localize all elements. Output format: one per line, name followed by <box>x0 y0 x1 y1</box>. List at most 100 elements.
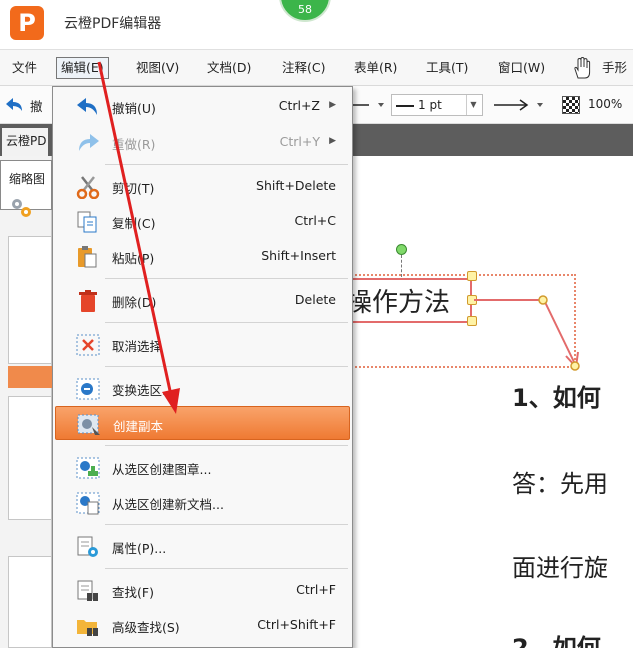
arrow-style-dropdown[interactable] <box>490 94 548 116</box>
menu-item-create-stamp[interactable]: 从选区创建图章... <box>55 450 350 484</box>
thumbnail-panel-title: 缩略图 <box>9 172 46 186</box>
menu-item-cut[interactable]: 剪切(T) Shift+Delete <box>55 169 350 203</box>
menu-window[interactable]: 窗口(W) <box>494 57 549 79</box>
menu-item-shortcut: Ctrl+F <box>296 582 336 597</box>
redo-icon <box>75 131 101 155</box>
document-answer-line-1: 答：先用 <box>512 470 608 498</box>
create-copy-icon <box>76 413 102 437</box>
find-icon <box>75 579 101 603</box>
undo-icon[interactable] <box>4 95 26 115</box>
menu-item-shortcut: Delete <box>294 292 336 307</box>
page-thumbnail[interactable] <box>8 396 52 520</box>
menu-separator <box>105 322 348 323</box>
menu-separator <box>105 445 348 446</box>
menu-item-label: 从选区创建新文档... <box>112 497 224 512</box>
transform-selection-icon <box>75 377 101 401</box>
rotate-handle[interactable] <box>396 244 407 255</box>
menu-item-label: 属性(P)... <box>112 541 167 556</box>
thumbnail-selection-bar <box>8 366 52 388</box>
menu-item-label: 重做(R) <box>112 137 156 152</box>
menu-comment[interactable]: 注释(C) <box>278 57 329 79</box>
menu-item-label: 查找(F) <box>112 585 154 600</box>
stamp-icon <box>75 456 101 480</box>
menu-item-label: 变换选区... <box>112 383 174 398</box>
menu-item-label: 删除(D) <box>112 295 157 310</box>
menu-form[interactable]: 表单(R) <box>350 57 401 79</box>
menu-item-label: 从选区创建图章... <box>112 462 212 477</box>
app-title: 云橙PDF编辑器 <box>64 16 162 32</box>
trash-icon <box>75 289 101 313</box>
submenu-arrow-icon: ▶ <box>329 100 336 110</box>
menu-item-paste[interactable]: 粘贴(P) Shift+Insert <box>55 239 350 273</box>
page-thumbnail[interactable] <box>8 236 52 364</box>
document-question-2: 2、如何 <box>512 634 601 648</box>
menu-item-redo[interactable]: 重做(R) Ctrl+Y ▶ <box>55 125 350 159</box>
menu-item-label: 取消选择 <box>112 339 163 354</box>
chevron-down-icon: ▼ <box>466 95 480 115</box>
hand-tool-icon[interactable] <box>572 56 592 80</box>
menu-item-create-copy[interactable]: 创建副本 <box>55 406 350 440</box>
menu-item-label: 剪切(T) <box>112 181 155 196</box>
undo-icon <box>75 95 101 119</box>
menu-item-shortcut: Ctrl+C <box>294 213 336 228</box>
deselect-icon <box>75 333 101 357</box>
menu-item-shortcut: Ctrl+Y <box>279 134 320 149</box>
menu-item-find[interactable]: 查找(F) Ctrl+F <box>55 573 350 607</box>
properties-icon <box>75 535 101 559</box>
menu-item-shortcut: Shift+Delete <box>256 178 336 193</box>
tab-document[interactable]: 云橙PD <box>2 128 48 156</box>
menu-separator <box>105 278 348 279</box>
menu-separator <box>105 568 348 569</box>
menu-document[interactable]: 文档(D) <box>203 57 255 79</box>
menu-item-create-document[interactable]: 从选区创建新文档... <box>55 485 350 519</box>
paste-icon <box>75 245 101 269</box>
menu-item-label: 复制(C) <box>112 216 156 231</box>
opacity-control[interactable]: 100% <box>560 94 633 116</box>
document-heading: 操作方法 <box>346 288 451 318</box>
toolbar-undo-label[interactable]: 撤 <box>30 96 43 115</box>
line-style-dropdown[interactable] <box>353 94 389 116</box>
menu-bar: 文件 编辑(E) 视图(V) 文档(D) 注释(C) 表单(R) 工具(T) 窗… <box>0 49 633 86</box>
menu-tools[interactable]: 工具(T) <box>422 57 472 79</box>
gear-icon[interactable] <box>9 196 37 220</box>
menu-item-properties[interactable]: 属性(P)... <box>55 529 350 563</box>
notification-badge[interactable]: 58 <box>279 0 331 22</box>
checker-pattern-icon <box>562 96 580 114</box>
edit-menu-dropdown: 撤销(U) Ctrl+Z ▶ 重做(R) Ctrl+Y ▶ 剪切(T) Shif… <box>52 86 353 648</box>
menu-file[interactable]: 文件 <box>8 57 41 79</box>
menu-separator <box>105 366 348 367</box>
line-width-value: 1 pt <box>418 98 442 112</box>
connector-arrow[interactable] <box>474 264 633 374</box>
advanced-find-icon <box>75 614 101 638</box>
new-document-icon <box>75 491 101 515</box>
menu-item-shortcut: Ctrl+Shift+F <box>257 617 336 632</box>
menu-item-deselect[interactable]: 取消选择 <box>55 327 350 361</box>
menu-item-label: 撤销(U) <box>112 101 156 116</box>
menu-item-label: 高级查找(S) <box>112 620 180 635</box>
copy-icon <box>75 210 101 234</box>
menu-item-advanced-find[interactable]: 高级查找(S) Ctrl+Shift+F <box>55 608 350 642</box>
title-bar: P 云橙PDF编辑器 58 <box>0 0 633 46</box>
menu-item-copy[interactable]: 复制(C) Ctrl+C <box>55 204 350 238</box>
opacity-value: 100% <box>588 97 623 111</box>
menu-hand-tool[interactable]: 手形 <box>598 57 631 79</box>
app-logo-icon: P <box>10 6 44 40</box>
menu-item-label: 创建副本 <box>113 419 164 434</box>
line-width-select[interactable]: 1 pt ▼ <box>391 94 483 116</box>
scissors-icon <box>75 175 101 199</box>
menu-separator <box>105 164 348 165</box>
menu-item-undo[interactable]: 撤销(U) Ctrl+Z ▶ <box>55 89 350 123</box>
page-thumbnail[interactable] <box>8 556 52 648</box>
menu-item-transform-selection[interactable]: 变换选区... <box>55 371 350 405</box>
menu-separator <box>105 524 348 525</box>
submenu-arrow-icon: ▶ <box>329 136 336 146</box>
menu-item-delete[interactable]: 删除(D) Delete <box>55 283 350 317</box>
document-answer-line-2: 面进行旋 <box>512 554 608 582</box>
menu-item-shortcut: Ctrl+Z <box>278 98 320 113</box>
menu-item-shortcut: Shift+Insert <box>261 248 336 263</box>
line-width-preview <box>396 105 414 107</box>
menu-item-label: 粘贴(P) <box>112 251 155 266</box>
rotate-guide <box>401 255 402 277</box>
menu-edit[interactable]: 编辑(E) <box>56 57 109 79</box>
menu-view[interactable]: 视图(V) <box>132 57 183 79</box>
